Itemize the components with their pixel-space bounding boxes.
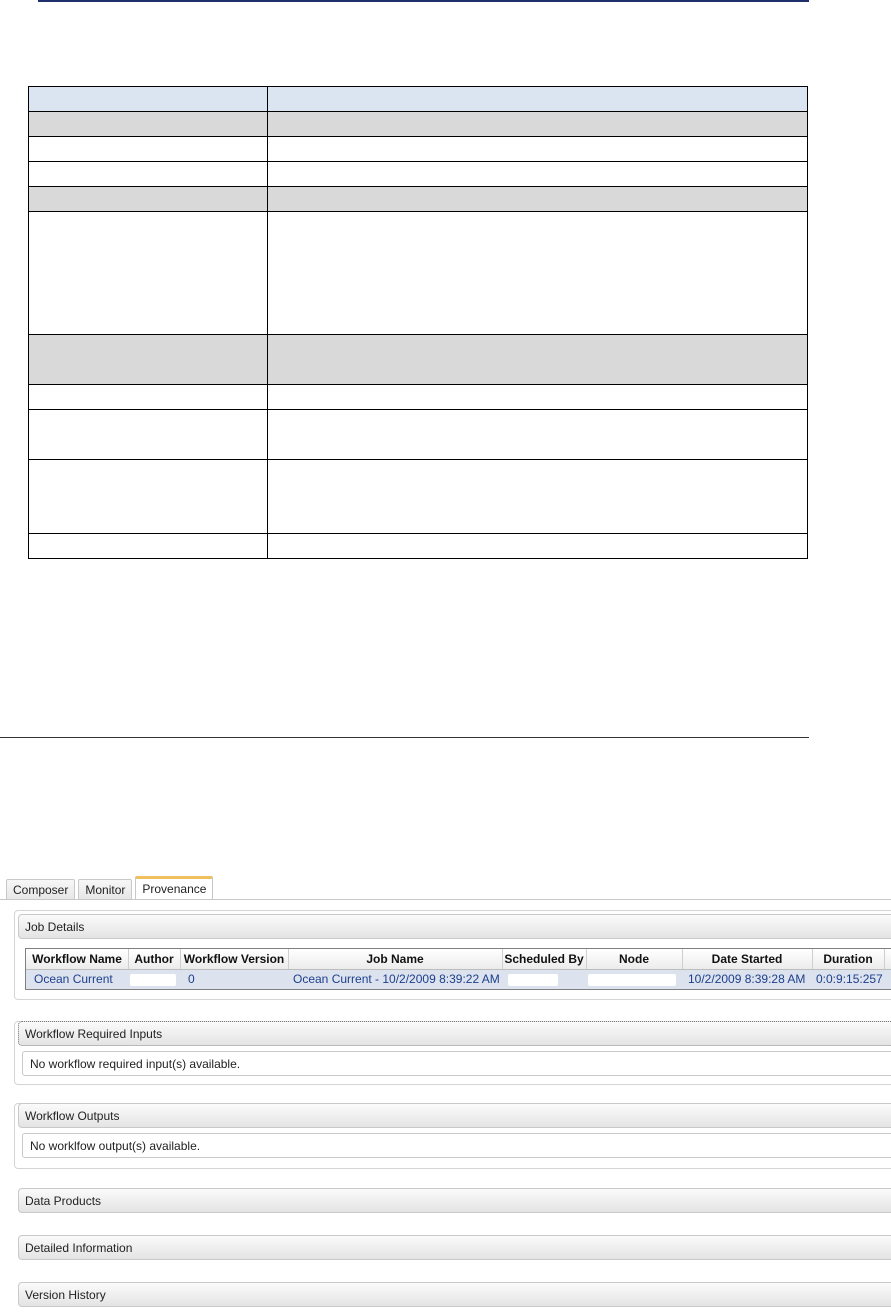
cell-date-started: 10/2/2009 8:39:28 AM <box>688 972 806 986</box>
required-inputs-section: Workflow Required Inputs No workflow req… <box>18 1021 891 1076</box>
redacted-author <box>130 973 176 986</box>
top-rule <box>38 0 809 2</box>
col-job-name[interactable]: Job Name <box>288 949 503 969</box>
provenance-app-window: Composer Monitor Provenance Job Details … <box>0 872 891 1316</box>
col-author[interactable]: Author <box>128 949 181 969</box>
col-duration[interactable]: Duration <box>812 949 885 969</box>
outputs-section: Workflow Outputs No worklfow output(s) a… <box>18 1103 891 1158</box>
tab-composer[interactable]: Composer <box>6 879 76 900</box>
version-history-header[interactable]: Version History <box>18 1282 891 1307</box>
job-details-header[interactable]: Job Details <box>18 914 891 939</box>
required-inputs-message: No workflow required input(s) available. <box>22 1051 891 1076</box>
cell-workflow-version: 0 <box>188 972 195 986</box>
table-row[interactable]: Ocean Current 0 Ocean Current - 10/2/200… <box>26 970 891 989</box>
data-products-header[interactable]: Data Products <box>18 1188 891 1213</box>
tab-monitor[interactable]: Monitor <box>78 879 133 900</box>
cell-workflow-name: Ocean Current <box>34 972 113 986</box>
job-details-section: Job Details <box>18 914 891 939</box>
redacted-scheduled-by <box>508 973 558 986</box>
cell-node <box>588 970 678 990</box>
blank-document-table <box>28 86 808 559</box>
outputs-header[interactable]: Workflow Outputs <box>18 1103 891 1128</box>
data-products-section: Data Products <box>18 1188 891 1213</box>
job-details-grid: Workflow Name Author Workflow Version Jo… <box>25 948 891 990</box>
tab-bar: Composer Monitor Provenance <box>6 876 216 900</box>
required-inputs-header[interactable]: Workflow Required Inputs <box>18 1021 891 1046</box>
col-date-started[interactable]: Date Started <box>682 949 813 969</box>
cell-scheduled-by <box>508 970 568 990</box>
redacted-node <box>588 973 676 986</box>
cell-job-name: Ocean Current - 10/2/2009 8:39:22 AM <box>293 972 500 986</box>
outputs-message: No worklfow output(s) available. <box>22 1133 891 1158</box>
cell-author <box>130 970 178 990</box>
col-workflow-version[interactable]: Workflow Version <box>180 949 289 969</box>
section-divider <box>0 737 809 738</box>
tab-provenance[interactable]: Provenance <box>135 876 214 900</box>
tab-underline <box>0 899 891 900</box>
version-history-section: Version History <box>18 1282 891 1307</box>
cell-duration: 0:0:9:15:257 <box>816 972 883 986</box>
detailed-information-section: Detailed Information <box>18 1235 891 1260</box>
col-node[interactable]: Node <box>586 949 683 969</box>
detailed-information-header[interactable]: Detailed Information <box>18 1235 891 1260</box>
grid-header-row: Workflow Name Author Workflow Version Jo… <box>26 949 891 970</box>
col-workflow-name[interactable]: Workflow Name <box>26 949 129 969</box>
col-scheduled-by[interactable]: Scheduled By <box>502 949 587 969</box>
